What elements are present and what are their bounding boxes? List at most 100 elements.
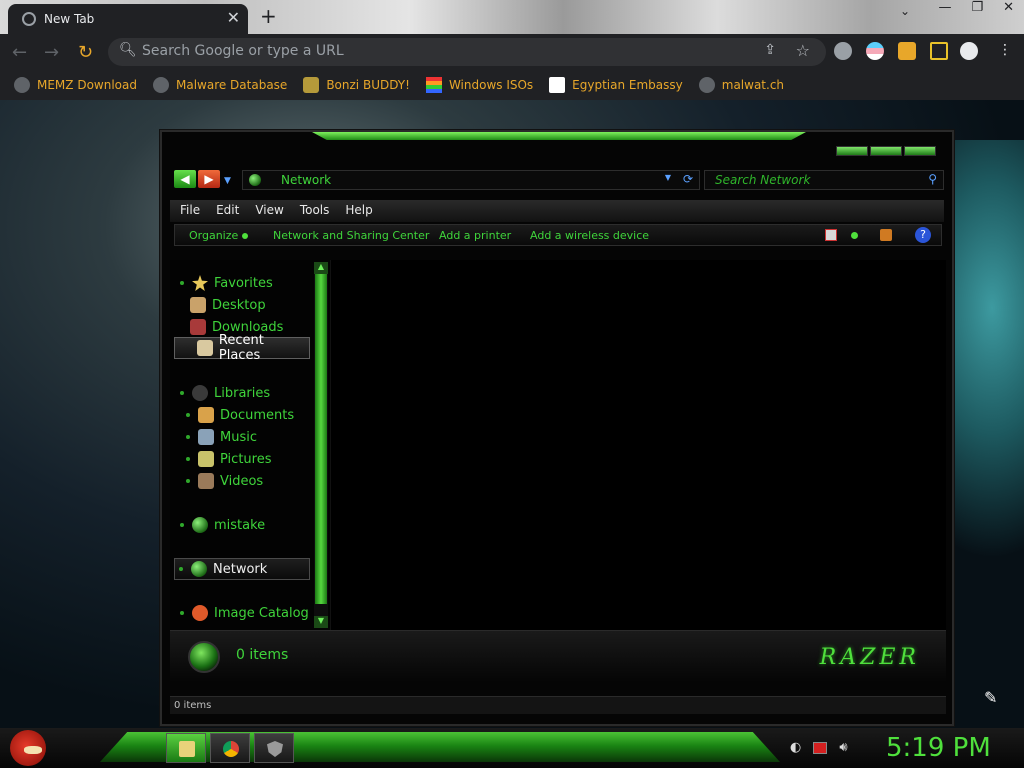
globe-icon — [152, 77, 169, 93]
organize-button[interactable]: Organize — [189, 229, 248, 242]
nav-network[interactable]: Network — [174, 558, 310, 580]
expand-bullet — [186, 457, 190, 461]
start-button[interactable] — [10, 730, 46, 766]
taskbar-security-button[interactable] — [254, 733, 294, 763]
help-icon[interactable]: ? — [915, 227, 931, 243]
ublock-extension-icon[interactable] — [834, 42, 852, 60]
recent-places-icon — [196, 340, 213, 356]
explorer-window[interactable]: ◀ ▶ ▼ Network ▼ ⟳ Search Network ⚲ File … — [160, 130, 954, 726]
music-icon — [198, 429, 214, 445]
bookmark-malware-db[interactable]: Malware Database — [152, 77, 287, 93]
change-view-icon[interactable] — [825, 229, 837, 241]
refresh-icon[interactable]: ⟳ — [683, 172, 693, 186]
menu-edit[interactable]: Edit — [216, 203, 239, 222]
search-icon[interactable]: ⚲ — [928, 172, 937, 186]
nav-desktop[interactable]: Desktop — [190, 294, 266, 316]
chrome-tab-icon — [22, 12, 36, 26]
expand-bullet — [186, 479, 190, 483]
add-wireless-device-button[interactable]: Add a wireless device — [530, 229, 649, 242]
side-panel-icon[interactable] — [930, 42, 948, 60]
restore-icon[interactable]: ❐ — [971, 0, 983, 20]
recent-pages-dropdown-icon[interactable]: ▼ — [224, 170, 231, 192]
globe-icon — [698, 77, 715, 93]
wix-icon — [549, 77, 566, 93]
tray-monitor-icon[interactable] — [813, 741, 828, 754]
close-tab-icon[interactable]: ✕ — [227, 8, 240, 27]
menu-tools[interactable]: Tools — [300, 203, 330, 222]
search-input[interactable]: Search Network ⚲ — [704, 170, 944, 190]
address-row: ◀ ▶ ▼ Network ▼ ⟳ Search Network ⚲ — [174, 170, 944, 192]
nav-libraries[interactable]: Libraries — [170, 382, 270, 404]
network-orb-icon — [188, 641, 220, 673]
file-list-pane[interactable] — [330, 260, 946, 630]
downloads-icon — [190, 319, 206, 335]
nav-homegroup[interactable]: mistake — [170, 514, 265, 536]
menu-view[interactable]: View — [255, 203, 283, 222]
taskbar-chrome-button[interactable] — [210, 733, 250, 763]
tray-app-icon[interactable]: ◐ — [790, 740, 801, 755]
info-bar — [174, 248, 944, 256]
status-item-count: 0 items — [174, 700, 212, 711]
bookmark-star-icon[interactable]: ☆ — [796, 41, 810, 60]
reload-icon[interactable]: ↻ — [78, 42, 93, 63]
bookmark-memz[interactable]: MEMZ Download — [14, 77, 137, 93]
homegroup-icon — [192, 517, 208, 533]
menu-help[interactable]: Help — [345, 203, 372, 222]
maximize-button[interactable] — [870, 146, 902, 156]
nav-image-catalog[interactable]: Image Catalog — [170, 602, 309, 624]
bookmarks-bar: MEMZ Download Malware Database Bonzi BUD… — [0, 70, 1024, 100]
new-tab-button[interactable]: + — [260, 4, 277, 28]
back-icon[interactable]: ← — [12, 42, 27, 63]
back-arrow-icon[interactable]: ◀ — [174, 170, 196, 188]
nav-recent-places[interactable]: Recent Places — [174, 333, 310, 363]
omnibox-input[interactable]: 🔍︎ Search Google or type a URL ⇪ ☆ — [108, 38, 826, 66]
preview-pane-icon[interactable] — [880, 229, 892, 241]
navigation-pane: Favorites Desktop Downloads Recent Place… — [170, 260, 330, 632]
puzzle-extensions-icon[interactable] — [898, 42, 916, 60]
minimize-button[interactable] — [836, 146, 868, 156]
scroll-up-arrow-icon[interactable]: ▲ — [314, 262, 328, 274]
address-bar[interactable]: Network ▼ ⟳ — [242, 170, 700, 190]
nav-scrollbar[interactable]: ▲ ▼ — [314, 262, 328, 628]
documents-icon — [198, 407, 214, 423]
details-item-count: 0 items — [236, 647, 289, 663]
tab-new-tab[interactable]: New Tab ✕ — [8, 4, 248, 34]
expand-bullet — [180, 281, 184, 285]
expand-bullet — [186, 435, 190, 439]
view-options-icon[interactable] — [851, 232, 858, 239]
taskbar-clock[interactable]: 5:19 PM — [886, 733, 991, 763]
menu-file[interactable]: File — [180, 203, 200, 222]
address-text: Network — [281, 173, 332, 187]
expand-bullet — [186, 413, 190, 417]
bookmark-egyptian-embassy[interactable]: Egyptian Embassy — [549, 77, 683, 93]
profile-avatar[interactable] — [960, 42, 978, 60]
nav-videos[interactable]: Videos — [178, 470, 263, 492]
kebab-menu-icon[interactable]: ⋮ — [998, 42, 1012, 58]
address-dropdown-icon[interactable]: ▼ — [665, 173, 671, 182]
close-window-icon[interactable]: ✕ — [1003, 0, 1014, 20]
bookmark-bonzi[interactable]: Bonzi BUDDY! — [303, 77, 410, 93]
nav-documents[interactable]: Documents — [178, 404, 294, 426]
minimize-icon[interactable]: — — [938, 0, 951, 20]
forward-arrow-icon[interactable]: ▶ — [198, 170, 220, 188]
nav-pictures[interactable]: Pictures — [178, 448, 271, 470]
nav-music[interactable]: Music — [178, 426, 257, 448]
pen-icon[interactable]: ✎ — [984, 688, 997, 707]
network-sharing-center-button[interactable]: Network and Sharing Center — [273, 229, 429, 242]
scroll-down-arrow-icon[interactable]: ▼ — [314, 616, 328, 628]
bookmark-malwatch[interactable]: malwat.ch — [698, 77, 784, 93]
forward-icon[interactable]: → — [44, 42, 59, 63]
share-icon[interactable]: ⇪ — [764, 42, 776, 58]
tab-search-icon[interactable]: ⌄ — [900, 4, 910, 18]
scroll-thumb[interactable] — [315, 274, 327, 604]
volume-icon[interactable]: 🔊︎ — [839, 740, 847, 755]
bonzi-icon — [303, 77, 320, 93]
close-button[interactable] — [904, 146, 936, 156]
bookmark-windows-isos[interactable]: Windows ISOs — [425, 77, 533, 93]
add-printer-button[interactable]: Add a printer — [439, 229, 511, 242]
nav-favorites[interactable]: Favorites — [170, 272, 273, 294]
flag-extension-icon[interactable] — [866, 42, 884, 60]
expand-bullet — [180, 523, 184, 527]
pictures-icon — [198, 451, 214, 467]
taskbar-explorer-button[interactable] — [166, 733, 206, 763]
